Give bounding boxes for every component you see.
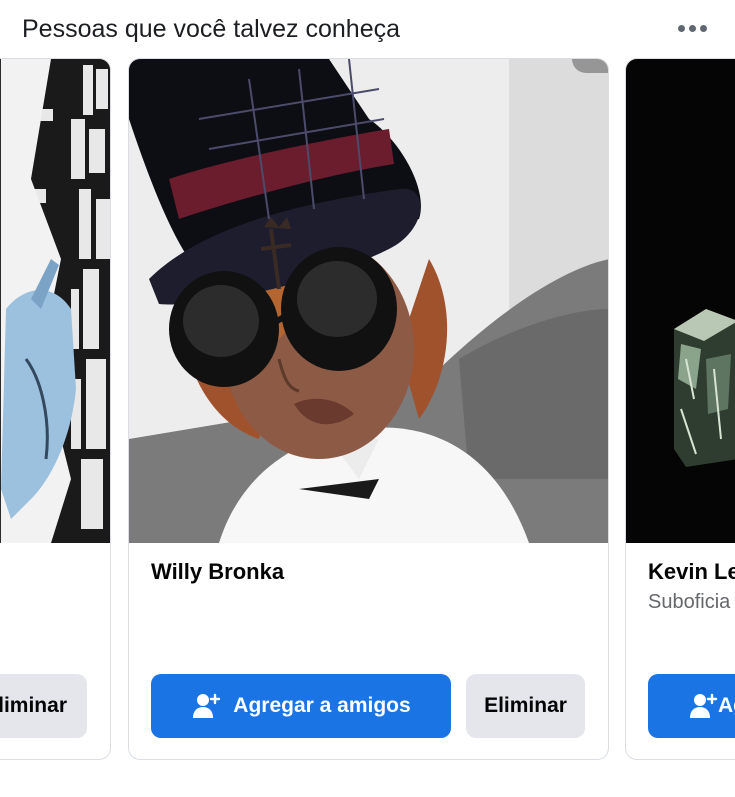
person-subtitle: Suboficia bbox=[648, 591, 731, 613]
suggestion-card[interactable]: Willy Bronka Agregar a amigos Eliminar bbox=[128, 58, 609, 760]
profile-photo[interactable] bbox=[0, 59, 110, 543]
remove-button[interactable]: Eliminar bbox=[0, 674, 87, 738]
remove-button[interactable]: Eliminar bbox=[466, 674, 585, 738]
more-horizontal-icon bbox=[677, 24, 685, 32]
add-friend-label: Agregar a amigos bbox=[718, 694, 735, 717]
suggestion-card[interactable]: Kevin Le Suboficia Agregar a amigos bbox=[625, 58, 735, 760]
more-horizontal-icon bbox=[699, 24, 707, 32]
add-friend-button[interactable]: Agregar a amigos bbox=[648, 674, 735, 738]
profile-photo[interactable] bbox=[129, 59, 608, 543]
suggestion-card[interactable]: Eliminar bbox=[0, 58, 111, 760]
more-horizontal-icon bbox=[688, 24, 696, 32]
suggestions-header: Pessoas que você talvez conheça bbox=[0, 0, 735, 58]
person-name[interactable]: Willy Bronka bbox=[151, 559, 284, 585]
section-title: Pessoas que você talvez conheça bbox=[22, 15, 401, 43]
add-friend-label: Agregar a amigos bbox=[233, 694, 411, 717]
add-friend-button[interactable]: Agregar a amigos bbox=[151, 674, 451, 738]
add-friend-icon bbox=[690, 693, 718, 718]
add-friend-icon bbox=[193, 693, 221, 718]
more-options-button[interactable] bbox=[670, 12, 714, 44]
profile-photo[interactable] bbox=[626, 59, 735, 543]
person-name[interactable]: Kevin Le bbox=[648, 559, 735, 585]
people-carousel[interactable]: Eliminar bbox=[0, 58, 735, 762]
